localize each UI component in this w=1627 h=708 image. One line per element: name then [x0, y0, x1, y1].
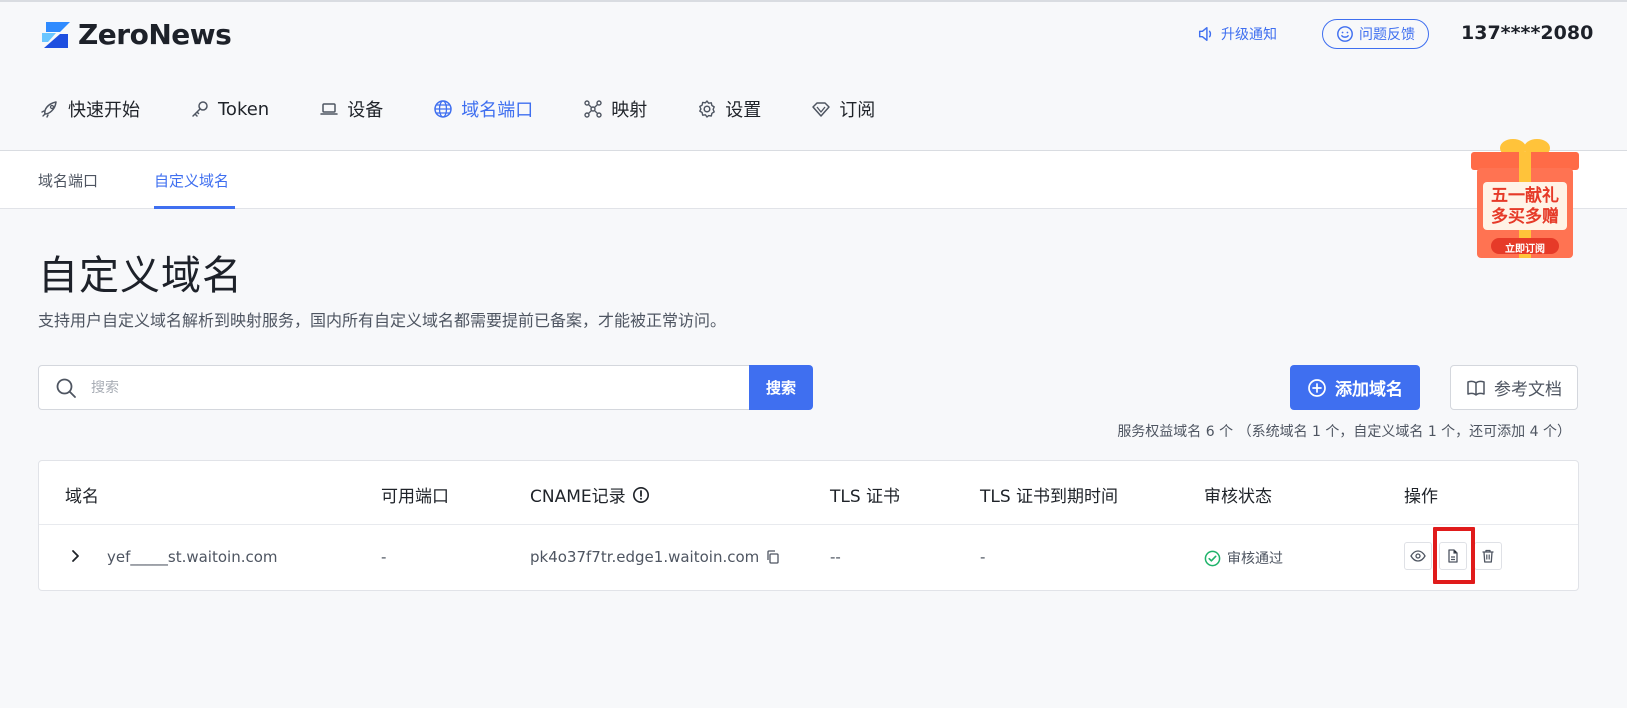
search-button[interactable]: 搜索 [749, 365, 813, 410]
column-header-cname: CNAME记录 [530, 482, 650, 507]
docs-button[interactable]: 参考文档 [1450, 365, 1578, 410]
gear-icon [699, 100, 716, 118]
file-icon [1448, 549, 1458, 563]
column-header-domain: 域名 [65, 487, 99, 507]
nav-item-label: 设备 [347, 100, 384, 121]
rocket-icon [41, 101, 57, 118]
page-description: 支持用户自定义域名解析到映射服务，国内所有自定义域名都需要提前已备案，才能被正常… [38, 311, 727, 330]
active-tab-indicator [154, 206, 235, 209]
eye-icon [1410, 550, 1426, 562]
logo-icon [42, 21, 70, 48]
nav-item-devices[interactable]: 设备 [319, 94, 383, 124]
cname-header-label: CNAME记录 [530, 487, 626, 507]
tab-custom-domain[interactable]: 自定义域名 [154, 170, 229, 191]
add-domain-label: 添加域名 [1335, 380, 1403, 400]
globe-icon [434, 100, 452, 118]
status-badge: 审核通过 [1227, 551, 1283, 567]
promo-line-1: 五一献礼 [1491, 186, 1559, 206]
search-icon [56, 378, 76, 398]
row-domain: yef_____st.waitoin.com [107, 548, 278, 566]
main-nav: 快速开始 Token 设备 域名端口 映射 设置 订阅 [40, 94, 925, 124]
nav-item-label: Token [218, 98, 270, 120]
tab-domain-ports[interactable]: 域名端口 [38, 170, 98, 191]
docs-label: 参考文档 [1494, 380, 1562, 400]
logo[interactable]: ZeroNews [38, 18, 232, 51]
nav-item-settings[interactable]: 设置 [697, 94, 761, 124]
nav-item-mapping[interactable]: 映射 [583, 94, 647, 124]
edit-button[interactable] [1439, 542, 1467, 570]
column-header-tls: TLS 证书 [830, 487, 901, 507]
key-icon [192, 101, 208, 117]
nav-item-label: 快速开始 [68, 100, 140, 121]
network-icon [584, 100, 602, 118]
promo-line-2: 多买多赠 [1491, 207, 1559, 227]
promo-text: 五一献礼 多买多赠 [1483, 186, 1567, 228]
book-icon [1467, 380, 1485, 396]
chevron-right-icon[interactable] [65, 546, 85, 566]
nav-item-label: 订阅 [839, 100, 876, 121]
feedback-label: 问题反馈 [1359, 27, 1415, 43]
nav-item-label: 设置 [725, 100, 762, 121]
page-title: 自定义域名 [38, 253, 243, 299]
table-header-divider [39, 524, 1578, 525]
column-header-status: 审核状态 [1204, 487, 1272, 507]
nav-item-label: 映射 [611, 100, 648, 121]
nav-item-token[interactable]: Token [190, 94, 269, 124]
row-cname: pk4o37f7tr.edge1.waitoin.com [530, 548, 781, 566]
view-button[interactable] [1404, 542, 1432, 570]
promo-gift-banner[interactable]: 五一献礼 多买多赠 立即订阅 [1469, 134, 1581, 264]
domain-table: 域名 可用端口 CNAME记录 TLS 证书 TLS 证书到期时间 审核状态 操… [38, 460, 1579, 591]
speaker-icon [1198, 26, 1212, 42]
nav-item-domain-ports[interactable]: 域名端口 [433, 94, 533, 124]
smile-icon [1337, 26, 1353, 42]
nav-item-label: 域名端口 [461, 100, 534, 121]
column-header-tls-expiry: TLS 证书到期时间 [980, 487, 1119, 507]
row-cname-value: pk4o37f7tr.edge1.waitoin.com [530, 548, 760, 566]
check-circle-icon [1204, 550, 1221, 566]
search-input[interactable] [91, 379, 691, 396]
logo-text: ZeroNews [78, 18, 232, 51]
row-port: - [381, 548, 387, 566]
nav-item-quick-start[interactable]: 快速开始 [40, 94, 140, 124]
diamond-icon [812, 102, 830, 117]
sub-nav: 域名端口 自定义域名 [0, 151, 1627, 209]
laptop-icon [320, 103, 338, 115]
user-account[interactable]: 137****2080 [1461, 22, 1593, 44]
row-tls-expiry: - [980, 548, 986, 566]
upgrade-notice-label: 升级通知 [1221, 27, 1277, 43]
info-icon[interactable] [632, 486, 650, 504]
plus-circle-icon [1308, 378, 1326, 397]
feedback-button[interactable]: 问题反馈 [1322, 19, 1429, 49]
row-status: 审核通过 [1204, 548, 1283, 568]
row-tls: -- [830, 548, 841, 566]
upgrade-notice-link[interactable]: 升级通知 [1197, 24, 1277, 44]
copy-icon[interactable] [765, 549, 781, 565]
column-header-port: 可用端口 [381, 487, 449, 507]
search-bar [38, 365, 750, 410]
delete-button[interactable] [1474, 542, 1502, 570]
top-border [0, 0, 1627, 2]
nav-item-subscription[interactable]: 订阅 [811, 94, 875, 124]
quota-info: 服务权益域名 6 个 （系统域名 1 个，自定义域名 1 个，还可添加 4 个） [1117, 424, 1571, 440]
trash-icon [1482, 549, 1494, 563]
column-header-actions: 操作 [1404, 487, 1438, 507]
add-domain-button[interactable]: 添加域名 [1290, 365, 1420, 410]
promo-subscribe-button[interactable]: 立即订阅 [1491, 240, 1559, 255]
